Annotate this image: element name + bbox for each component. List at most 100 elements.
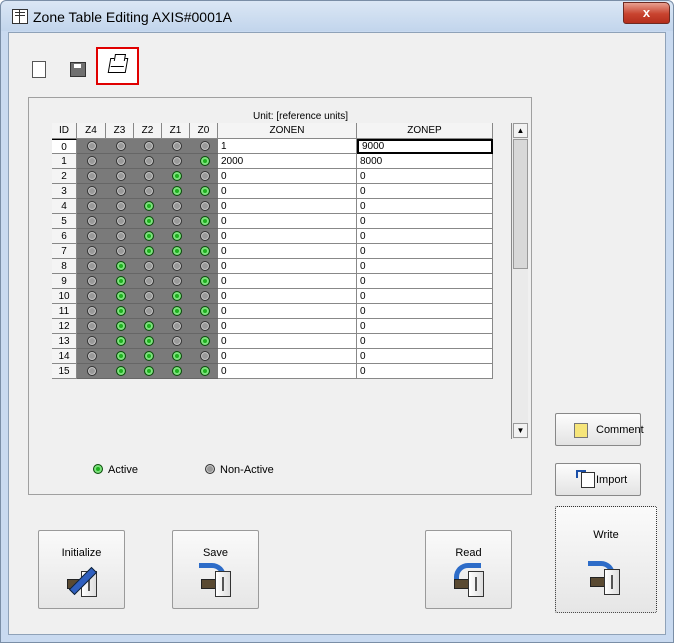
- row-id[interactable]: 2: [52, 169, 77, 184]
- zonep-cell[interactable]: 0: [357, 169, 493, 184]
- row-id[interactable]: 9: [52, 274, 77, 289]
- zone-led-icon: [172, 321, 182, 331]
- zonep-cell[interactable]: 0: [357, 334, 493, 349]
- zonep-cell[interactable]: 0: [357, 184, 493, 199]
- zonen-cell[interactable]: 2000: [218, 154, 357, 169]
- read-button[interactable]: Read: [425, 530, 512, 609]
- zone-led-icon: [144, 276, 154, 286]
- zone-led-group: [77, 319, 218, 334]
- row-id[interactable]: 5: [52, 214, 77, 229]
- row-id[interactable]: 10: [52, 289, 77, 304]
- zonen-cell[interactable]: 0: [218, 229, 357, 244]
- row-id[interactable]: 12: [52, 319, 77, 334]
- zone-led-icon: [172, 246, 182, 256]
- read-label: Read: [455, 547, 482, 559]
- zone-led-icon: [172, 336, 182, 346]
- zone-led-icon: [116, 366, 126, 376]
- zonep-cell[interactable]: 9000: [357, 139, 493, 154]
- table-scrollbar[interactable]: ▲ ▼: [511, 123, 528, 439]
- row-id[interactable]: 14: [52, 349, 77, 364]
- zone-led-group: [77, 244, 218, 259]
- zonen-cell[interactable]: 0: [218, 364, 357, 379]
- zonep-cell[interactable]: 0: [357, 259, 493, 274]
- zonen-cell[interactable]: 0: [218, 169, 357, 184]
- zonep-cell[interactable]: 0: [357, 319, 493, 334]
- zonen-cell[interactable]: 0: [218, 199, 357, 214]
- zone-led-icon: [172, 261, 182, 271]
- zonen-cell[interactable]: 0: [218, 334, 357, 349]
- zonep-cell[interactable]: 0: [357, 214, 493, 229]
- new-document-button[interactable]: [28, 58, 50, 80]
- row-id[interactable]: 1: [52, 154, 77, 169]
- zone-led-icon: [200, 246, 210, 256]
- zone-led-icon: [172, 291, 182, 301]
- row-id[interactable]: 6: [52, 229, 77, 244]
- zone-led-group: [77, 214, 218, 229]
- zonep-cell[interactable]: 0: [357, 199, 493, 214]
- zonen-cell[interactable]: 1: [218, 139, 357, 154]
- import-button[interactable]: Import: [555, 463, 641, 496]
- zonep-cell[interactable]: 0: [357, 229, 493, 244]
- zone-led-group: [77, 274, 218, 289]
- save-toolbar-button[interactable]: [66, 58, 88, 80]
- zone-led-icon: [116, 246, 126, 256]
- zone-led-icon: [87, 351, 97, 361]
- zone-led-icon: [87, 201, 97, 211]
- row-id[interactable]: 4: [52, 199, 77, 214]
- print-button[interactable]: [96, 47, 139, 85]
- row-id[interactable]: 11: [52, 304, 77, 319]
- zonen-cell[interactable]: 0: [218, 304, 357, 319]
- row-id[interactable]: 3: [52, 184, 77, 199]
- zonen-cell[interactable]: 0: [218, 319, 357, 334]
- zonep-cell[interactable]: 0: [357, 244, 493, 259]
- zone-led-icon: [172, 366, 182, 376]
- zonep-cell[interactable]: 8000: [357, 154, 493, 169]
- zone-led-icon: [172, 201, 182, 211]
- zone-table-panel: Unit: [reference units] ID Z4 Z3 Z2 Z1 Z…: [28, 97, 532, 495]
- zonep-cell[interactable]: 0: [357, 289, 493, 304]
- zonep-cell[interactable]: 0: [357, 274, 493, 289]
- save-label: Save: [202, 547, 229, 559]
- header-zonen: ZONEN: [218, 123, 357, 139]
- zone-led-group: [77, 364, 218, 379]
- legend-active-label: Active: [108, 464, 138, 476]
- zone-led-icon: [144, 186, 154, 196]
- zone-led-icon: [87, 366, 97, 376]
- zonen-cell[interactable]: 0: [218, 244, 357, 259]
- scroll-thumb[interactable]: [513, 139, 528, 269]
- zonep-cell[interactable]: 0: [357, 304, 493, 319]
- zone-table-window: Zone Table Editing AXIS#0001A x Unit: [r…: [0, 0, 674, 643]
- initialize-button[interactable]: Initialize: [38, 530, 125, 609]
- zone-led-icon: [200, 336, 210, 346]
- row-id[interactable]: 0: [52, 139, 77, 154]
- scroll-down-button[interactable]: ▼: [513, 423, 528, 438]
- header-z1: Z1: [162, 123, 190, 139]
- zone-led-icon: [87, 321, 97, 331]
- zonen-cell[interactable]: 0: [218, 274, 357, 289]
- zonep-cell[interactable]: 0: [357, 364, 493, 379]
- save-button[interactable]: Save: [172, 530, 259, 609]
- zone-led-icon: [144, 261, 154, 271]
- save-to-drive-icon: [199, 563, 237, 599]
- zone-led-icon: [200, 186, 210, 196]
- close-button[interactable]: x: [623, 2, 670, 24]
- zonen-cell[interactable]: 0: [218, 259, 357, 274]
- zonen-cell[interactable]: 0: [218, 289, 357, 304]
- read-from-drive-icon: [454, 563, 490, 599]
- write-to-drive-icon: [588, 561, 626, 597]
- zone-led-icon: [144, 156, 154, 166]
- zonen-cell[interactable]: 0: [218, 184, 357, 199]
- zonep-cell[interactable]: 0: [357, 349, 493, 364]
- write-label: Write: [593, 529, 619, 541]
- row-id[interactable]: 15: [52, 364, 77, 379]
- row-id[interactable]: 7: [52, 244, 77, 259]
- header-id: ID: [52, 123, 77, 139]
- zonen-cell[interactable]: 0: [218, 349, 357, 364]
- row-id[interactable]: 8: [52, 259, 77, 274]
- comment-button[interactable]: Comment: [555, 413, 644, 446]
- write-button[interactable]: Write: [555, 506, 657, 613]
- row-id[interactable]: 13: [52, 334, 77, 349]
- zonen-cell[interactable]: 0: [218, 214, 357, 229]
- zone-led-icon: [87, 291, 97, 301]
- scroll-up-button[interactable]: ▲: [513, 123, 528, 138]
